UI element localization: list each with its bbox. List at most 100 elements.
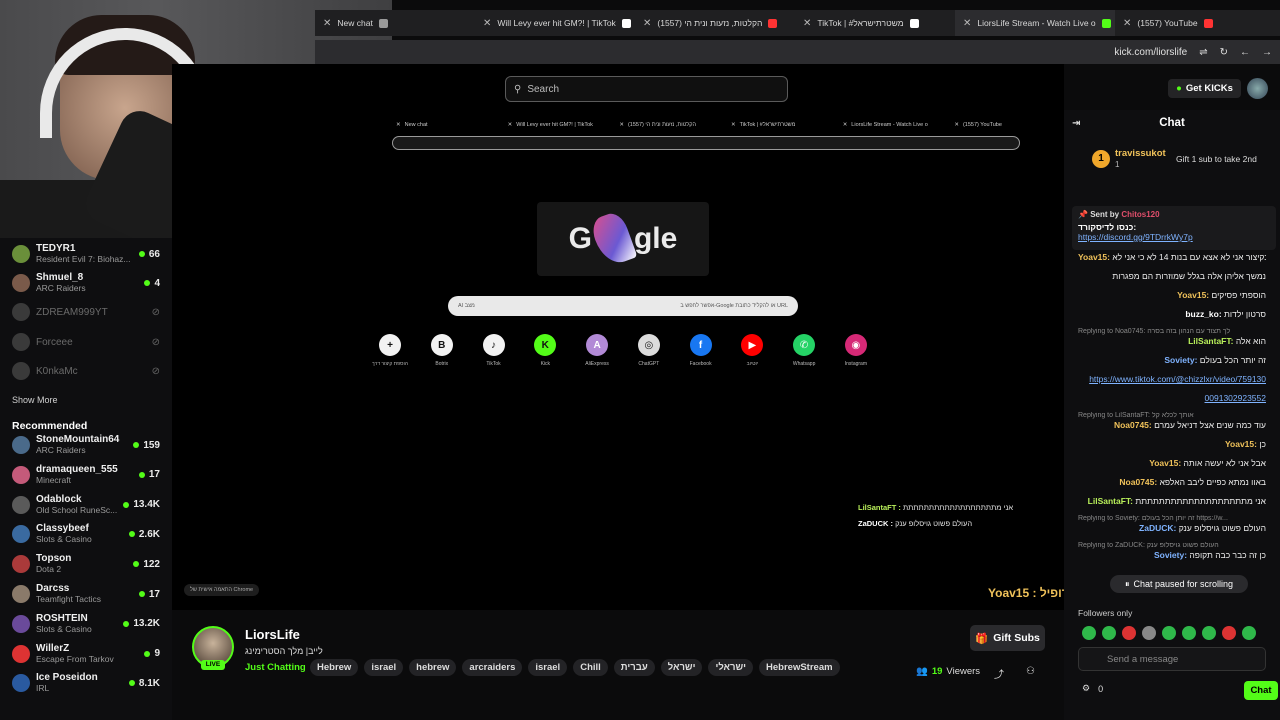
shared-tab-close-icon: ✕ [396,122,401,128]
emote-icon[interactable] [1222,626,1236,640]
stream-tag[interactable]: ישראלי [708,659,754,676]
stream-tag[interactable]: israel [528,659,568,676]
sidebar-channel[interactable]: ZDREAM999YT ⊘ [0,298,172,326]
sidebar-channel[interactable]: Topson Dota 2 122 [0,550,172,578]
chat-paused-label: Chat paused for scrolling [1133,579,1234,589]
stream-tag[interactable]: HebrewStream [759,659,840,676]
chat-username[interactable]: Yoav15: [1225,439,1259,449]
emote-icon[interactable] [1082,626,1096,640]
address-bar[interactable]: kick.com/liorslife ⇌ ↻ ← → [315,40,1280,64]
tab-favicon-icon [909,18,919,28]
show-more-link[interactable]: Show More [12,395,58,405]
chat-username[interactable]: Soviety: [1164,355,1199,365]
chat-username[interactable]: Soviety: [1154,550,1189,560]
browser-tab[interactable]: ✕ LiorsLife Stream - Watch Live o [955,10,1115,36]
channel-name: WillerZ [36,642,70,654]
chat-username[interactable]: ZaDUCK: [1139,523,1179,533]
sidebar-channel[interactable]: Darcss Teamfight Tactics 17 [0,580,172,608]
stream-title: לייב| מלך הסטרימינג [245,646,323,656]
stream-tag[interactable]: Chill [573,659,608,676]
chat-paused-banner[interactable]: ⏸ Chat paused for scrolling [1110,575,1248,593]
channel-name[interactable]: LiorsLife [245,627,300,642]
browser-tab[interactable]: ✕ TikTok | #משטרתישראל [795,10,955,36]
back-icon[interactable]: ← [1240,47,1250,58]
overlay-chat-line: ZaDUCK : העולם פשוט גויסלופ ענק [858,516,1038,532]
emote-icon[interactable] [1202,626,1216,640]
sidebar-channel[interactable]: Classybeef Slots & Casino 2.6K [0,520,172,548]
chat-username[interactable]: Yoav15: [1177,290,1211,300]
sidebar-channel[interactable]: Shmuel_8 ARC Raiders 4 [0,269,172,297]
reply-context[interactable]: Replying to Soviety: זה יותן הכל בעולם h… [1078,515,1266,522]
top-gifter-name[interactable]: travissukot [1115,148,1166,159]
sidebar-channel[interactable]: dramaqueen_555 Minecraft 17 [0,461,172,489]
stream-tag[interactable]: hebrew [409,659,457,676]
search-input[interactable]: ⚲ Search [505,76,788,102]
follow-user-icon[interactable]: ⚇ [1026,666,1035,681]
stream-tag[interactable]: Hebrew [310,659,359,676]
emote-icon[interactable] [1102,626,1116,640]
stream-tag[interactable]: arcraiders [462,659,523,676]
emote-icon[interactable] [1182,626,1196,640]
chat-username[interactable]: Yoav15: [1078,252,1112,262]
tune-icon[interactable]: ⇌ [1199,47,1207,58]
emote-icon[interactable] [1122,626,1136,640]
chat-username[interactable]: buzz_ko: [1185,309,1224,319]
chat-text: הוספתי פסיקים [1211,290,1267,300]
pinned-sender[interactable]: Chitos120 [1121,210,1159,219]
close-tab-icon[interactable]: ✕ [323,18,331,29]
chat-username[interactable]: LilSantaFT: [1088,496,1136,506]
chat-link[interactable]: https://www.tiktok.com/@chizzlxr/video/7… [1089,374,1266,384]
forward-icon[interactable]: → [1262,47,1272,58]
sidebar-channel[interactable]: StoneMountain64 ARC Raiders 159 [0,431,172,459]
shortcut-icon: B [430,334,453,356]
emote-icon[interactable] [1242,626,1256,640]
user-avatar[interactable] [1247,78,1268,99]
stream-tag[interactable]: israel [364,659,404,676]
reply-context[interactable]: Replying to LilSantaFT: אותך לכלא קל [1078,412,1266,419]
browser-tab[interactable]: ✕ (1557) YouTube [1115,10,1275,36]
close-tab-icon[interactable]: ✕ [803,18,811,29]
collapse-chat-icon[interactable]: ⇥ [1072,118,1080,129]
gift-icon: 🎁 [975,632,989,645]
stream-tag[interactable]: עברית [613,659,655,676]
reply-context[interactable]: Replying to ZaDUCK: העולם פשוט גויסלופ ע… [1078,542,1266,549]
stream-tag[interactable]: ישראל [660,659,703,676]
shared-tab-close-icon: ✕ [619,122,624,128]
reload-icon[interactable]: ↻ [1220,47,1228,58]
chat-username[interactable]: Noa0745: [1114,420,1154,430]
category-link[interactable]: Just Chatting [245,662,306,673]
chat-username[interactable]: Noa0745: [1119,477,1159,487]
stream-player[interactable]: ⚲ Search ✕ New chat ✕ Will Levy ever hit GM… [172,64,1092,610]
browser-tab[interactable]: ✕ (1557) הקלטות, נזעות ונית הי [635,10,795,36]
close-tab-icon[interactable]: ✕ [483,18,491,29]
sidebar-channel[interactable]: TEDYR1 Resident Evil 7: Biohaz... 66 [0,240,172,268]
url-text[interactable]: kick.com/liorslife [1114,47,1187,58]
browser-tab[interactable]: ✕ New chat [315,10,475,36]
chat-username[interactable]: Yoav15: [1149,458,1183,468]
chat-message-input[interactable]: Send a message [1078,647,1266,671]
share-icon[interactable]: ⤴ [994,666,1004,681]
gift-subs-button[interactable]: 🎁 Gift Subs [970,625,1045,651]
kick-coin-small-icon[interactable]: ⚙ [1082,683,1090,694]
sidebar-channel[interactable]: WillerZ Escape From Tarkov 9 [0,640,172,668]
send-chat-button[interactable]: Chat [1244,681,1278,700]
emote-icon[interactable] [1142,626,1156,640]
sidebar-channel[interactable]: K0nkaMc ⊘ [0,357,172,385]
sidebar-channel[interactable]: Forceee ⊘ [0,328,172,356]
close-tab-icon[interactable]: ✕ [963,18,971,29]
close-tab-icon[interactable]: ✕ [643,18,651,29]
emote-icon[interactable] [1162,626,1176,640]
channel-game: Dota 2 [36,564,62,575]
close-tab-icon[interactable]: ✕ [1123,18,1131,29]
pinned-link[interactable]: https://discord.gg/9TDrrkWy7p [1078,232,1270,242]
sidebar-channel[interactable]: Ice Poseidon IRL 8.1K [0,669,172,697]
sidebar-channel[interactable]: Odablock Old School RuneSc... 13.4K [0,491,172,519]
get-kicks-button[interactable]: ● Get KICKs [1168,79,1241,98]
gift-one-sub-cta[interactable]: Gift 1 sub to take 2nd [1176,154,1257,164]
chat-link[interactable]: 0091302923552 [1205,393,1266,403]
sidebar-channel[interactable]: ROSHTEIN Slots & Casino 13.2K [0,610,172,638]
reply-context[interactable]: Replying to Noa0745: לך תצוד עם הנהון בז… [1078,328,1266,335]
chat-username[interactable]: LilSantaFT: [1188,336,1236,346]
chat-text: סרטון ילדות [1224,309,1266,319]
browser-tab[interactable]: ✕ Will Levy ever hit GM?! | TikTok [475,10,635,36]
